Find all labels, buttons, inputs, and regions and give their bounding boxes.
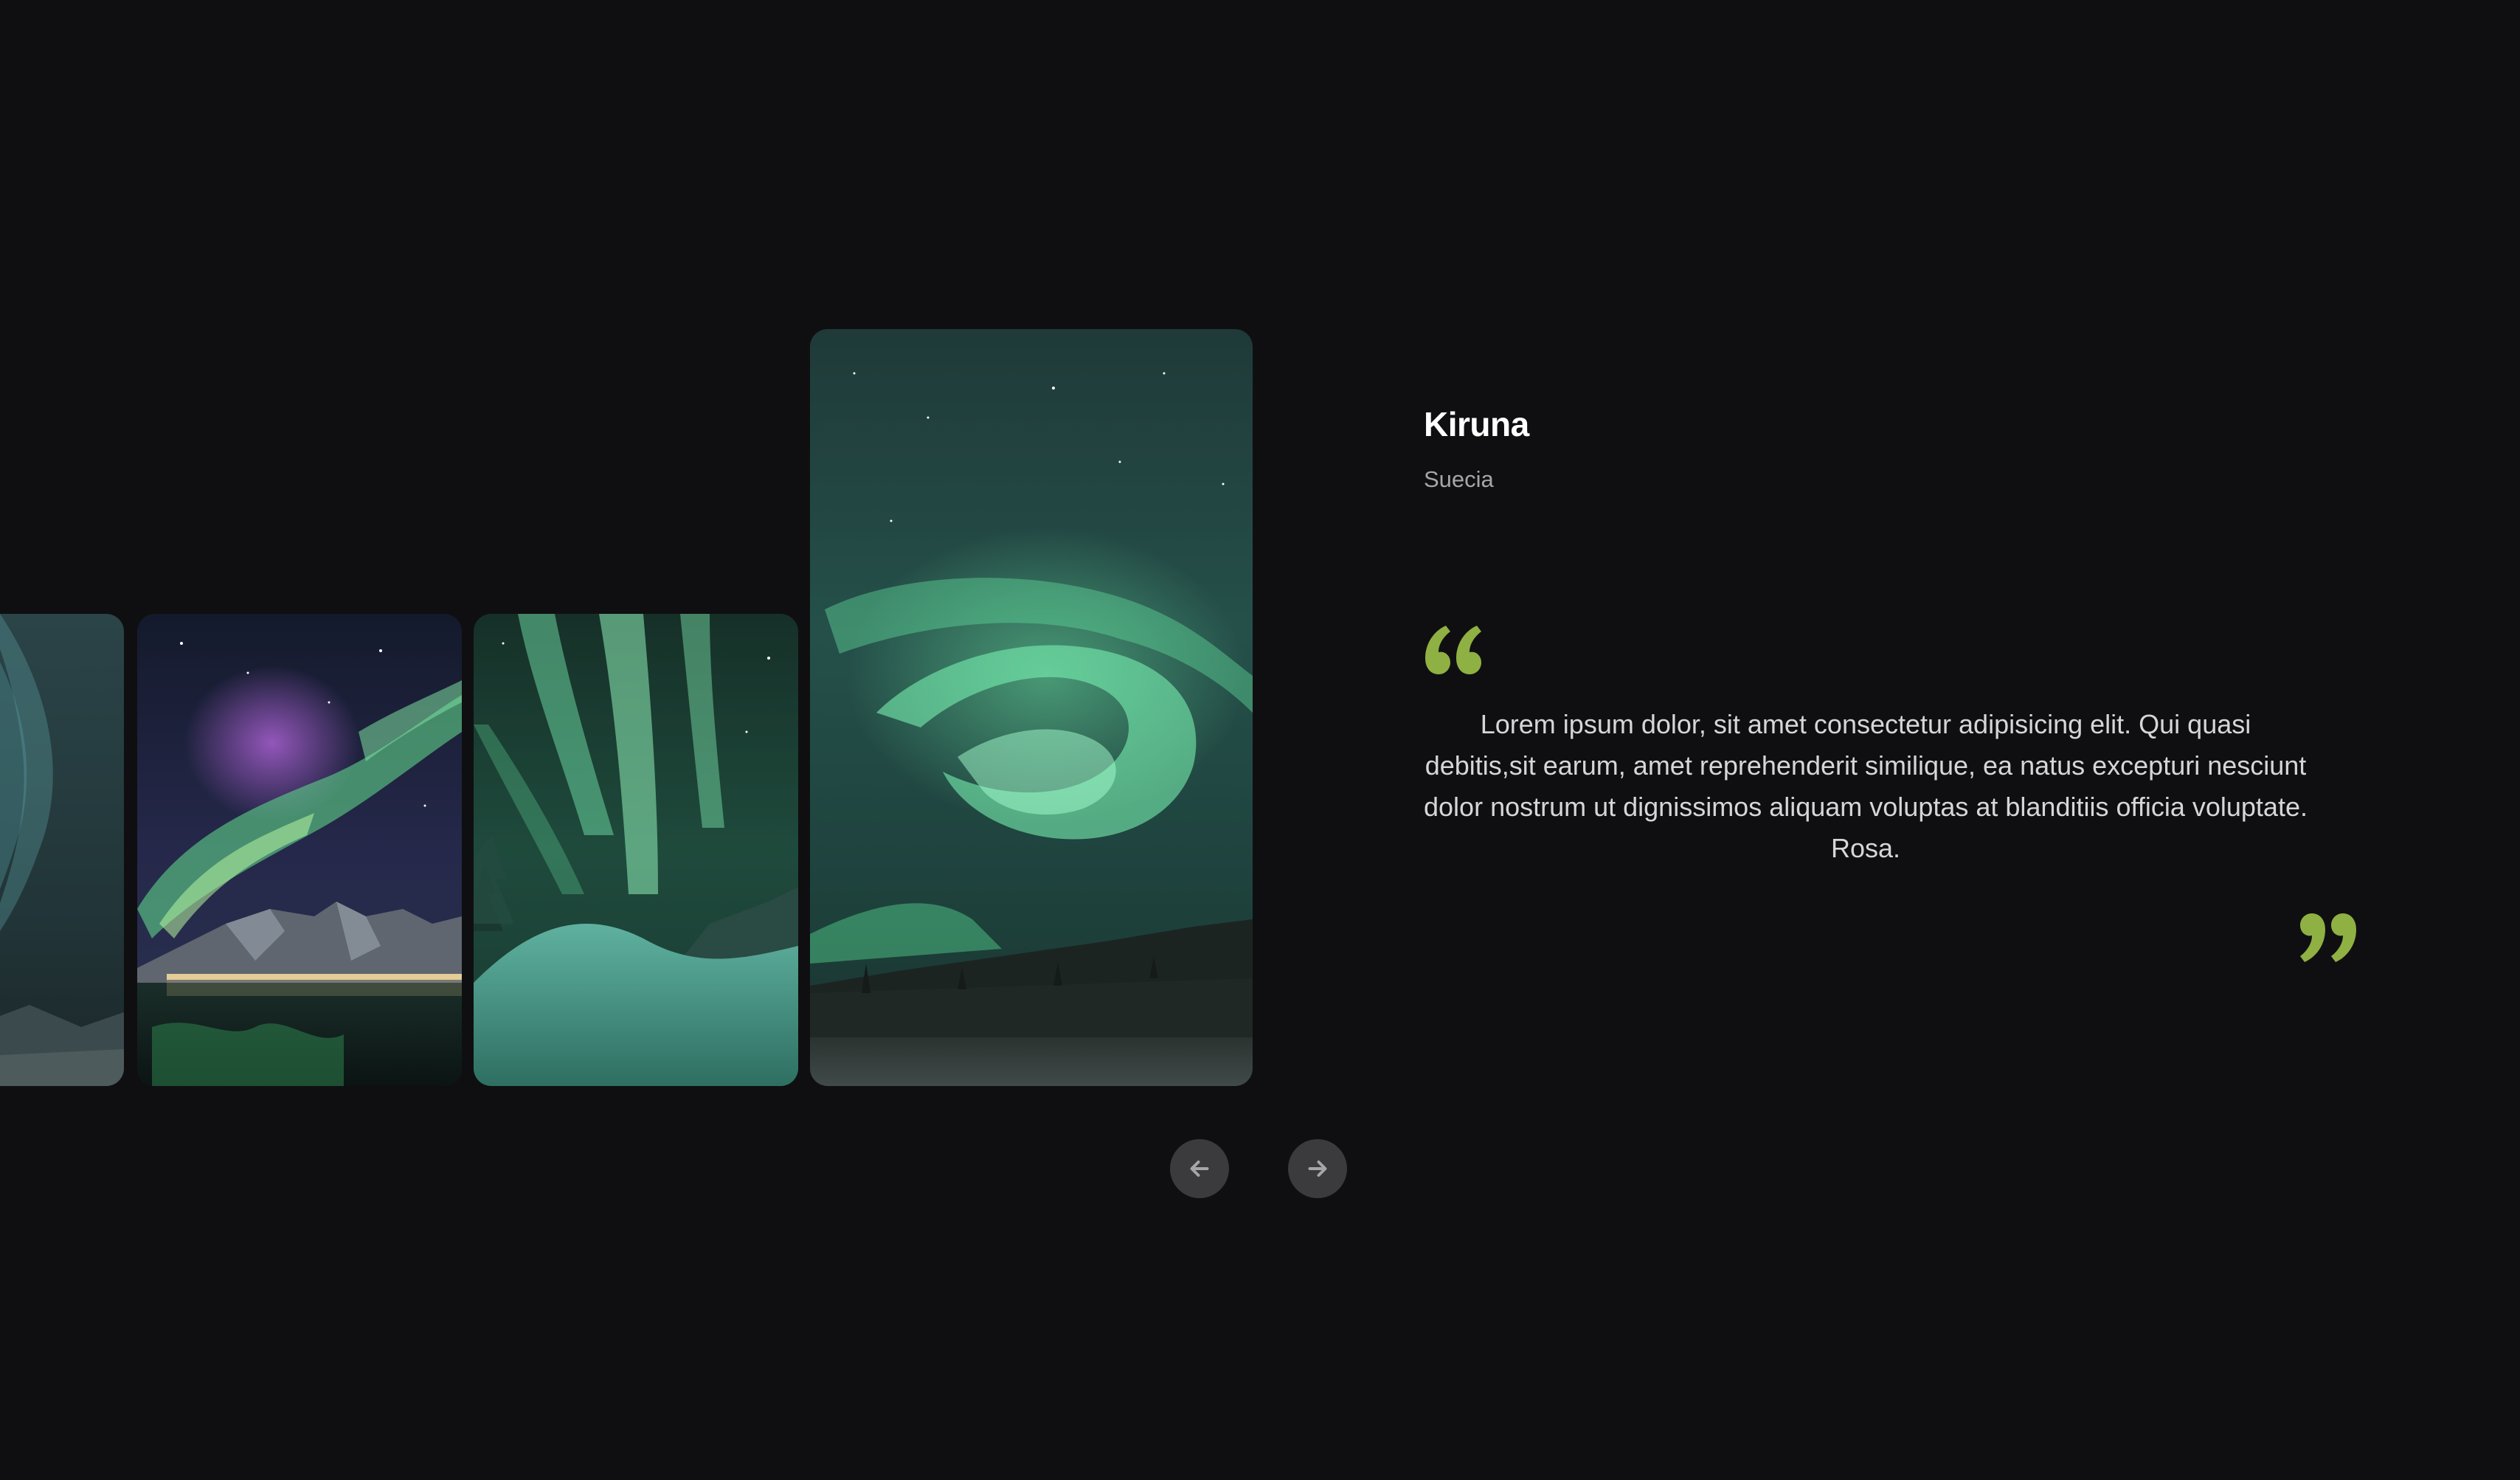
aurora-photo-mountains-lake xyxy=(137,614,462,1086)
quote-text: Lorem ipsum dolor, sit amet consectetur … xyxy=(1424,709,2308,863)
arrow-left-icon xyxy=(1190,1161,1209,1177)
carousel-card-3[interactable] xyxy=(474,614,798,1086)
carousel-card-active[interactable] xyxy=(810,329,1253,1086)
aurora-photo-kiruna xyxy=(810,329,1253,1086)
location-title: Kiruna xyxy=(1424,405,1529,443)
carousel-card-1[interactable] xyxy=(0,614,124,1086)
prev-button[interactable] xyxy=(1170,1139,1229,1198)
next-button[interactable] xyxy=(1288,1139,1347,1198)
location-subtitle: Suecia xyxy=(1424,466,1494,492)
carousel-card-2[interactable] xyxy=(137,614,462,1086)
arrow-right-icon xyxy=(1308,1161,1327,1177)
aurora-photo-partial xyxy=(0,614,124,1086)
location-info: Kiruna Suecia Lorem ipsum dolor, sit ame… xyxy=(1424,0,2361,1480)
quote-close-icon xyxy=(2300,913,2356,962)
quote-open-icon xyxy=(1425,626,1481,674)
aurora-photo-snow-trees xyxy=(474,614,798,1086)
